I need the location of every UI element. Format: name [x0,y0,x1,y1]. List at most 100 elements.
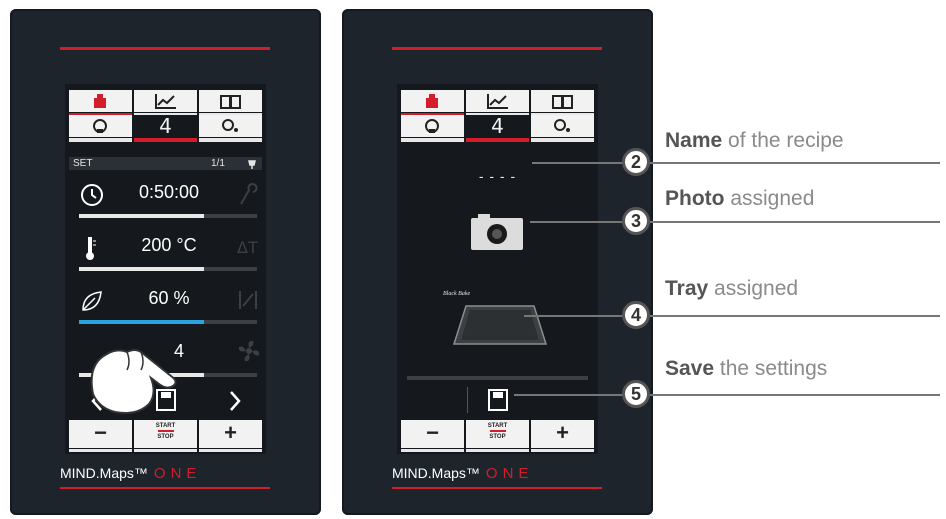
tray-caption: Black Bake [443,291,471,297]
minus-button[interactable]: − [401,420,464,452]
tab-steam[interactable] [531,115,594,142]
start-label: START [487,423,508,429]
button-underline [531,449,594,452]
temperature-slider[interactable] [79,267,257,271]
plus-label: + [556,420,569,445]
temperature-value: 200 °C [141,235,197,255]
callout-label-2: Name of the recipe [665,129,844,153]
control-buttons: − START STOP + [401,420,594,452]
graph-icon [155,94,176,109]
time-row[interactable]: 0:50:00 [69,176,262,226]
probe-needle-icon [240,183,258,205]
callout-marker-5: 5 [622,380,650,408]
callout-text-4: assigned [708,277,799,300]
tab-graph[interactable] [466,90,529,117]
brand-name: MIND.Maps™ [392,465,480,481]
probe-icon [425,119,439,133]
tab-book[interactable] [531,90,594,117]
callout-marker-4: 4 [622,301,650,329]
callout-text-3: assigned [724,187,815,210]
callout-line-5 [650,394,940,396]
chevron-right-icon[interactable] [227,390,243,412]
brand-edition: ONE [153,465,202,482]
tab-level[interactable]: 4 [134,114,197,142]
plus-label: + [224,420,237,445]
minus-button[interactable]: − [69,420,132,452]
callout-leader-4 [524,315,628,317]
stop-label: STOP [489,434,506,440]
accent-line-top [392,47,602,50]
minus-label: − [426,420,439,445]
start-stop-divider [158,430,174,432]
tab-chef[interactable] [69,90,132,117]
humidity-value: 60 % [148,288,190,308]
control-buttons: − START STOP + [69,420,262,452]
tab-chef[interactable] [401,90,464,117]
temperature-slider-fill [79,267,204,271]
svg-text:ΔT: ΔT [237,238,258,257]
callout-marker-3: 3 [622,207,650,235]
tab-indicator [401,138,464,142]
tab-steam[interactable] [199,115,262,142]
plus-button[interactable]: + [531,420,594,452]
tab-probe[interactable] [401,115,464,142]
chef-icon [426,94,438,108]
tab-level-digit: 4 [159,114,172,138]
page-indicator: 1/1 [211,158,225,169]
time-slider[interactable] [79,214,257,218]
minus-label: − [94,420,107,445]
callout-text-2: of the recipe [722,129,844,152]
callout-line-4 [650,315,940,317]
mode-tabs: 4 [401,90,594,142]
pin-icon [248,160,256,169]
tab-book[interactable] [199,90,262,117]
mode-tabs: 4 [69,90,262,142]
tab-indicator [531,138,594,142]
start-stop-button[interactable]: START STOP [466,420,529,452]
steam-icon [554,119,570,132]
callout-line-3 [650,221,940,223]
tab-level-digit: 4 [491,114,504,138]
tab-level[interactable]: 4 [466,114,529,142]
stop-label: STOP [157,434,174,440]
start-label: START [155,423,176,429]
callout-leader-3 [530,221,628,223]
save-icon[interactable] [487,388,509,412]
temperature-row[interactable]: 200 °C ΔT [69,229,262,279]
status-bar: SET 1/1 [69,157,262,170]
button-underline [69,449,132,452]
tray-icon[interactable] [452,304,548,348]
start-stop-divider [490,430,506,432]
brand-logo: MIND.Maps™ ONE [392,465,533,482]
vent-icon [239,291,257,309]
callout-marker-2: 2 [622,148,650,176]
callout-label-5: Save the settings [665,357,827,381]
thermometer-icon [86,237,96,260]
callout-line-2 [650,162,940,164]
button-underline [466,449,529,452]
accent-line-top [60,47,270,50]
recipe-name-field[interactable]: - - - - [397,168,598,184]
brand-name: MIND.Maps™ [60,465,148,481]
plus-button[interactable]: + [199,420,262,452]
graph-icon [487,94,508,109]
book-icon [552,95,573,109]
scroll-track[interactable] [407,376,588,380]
delta-t-icon: ΔT [237,238,258,257]
clock-icon [81,184,103,206]
start-stop-button[interactable]: START STOP [134,420,197,452]
brand-edition: ONE [485,465,534,482]
time-value: 0:50:00 [138,182,200,202]
tab-active-indicator [134,138,197,142]
callout-label-4: Tray assigned [665,277,798,301]
chef-icon [94,94,106,108]
accent-line-bottom [60,487,270,489]
oven-panel-left: 4 SET 1/1 0:50:00 200 °C ΔT 60 % 4 − STA… [10,9,321,515]
fan-icon [238,340,260,362]
tab-graph[interactable] [134,90,197,117]
callout-leader-5 [514,394,628,396]
callout-bold-4: Tray [665,277,709,300]
tab-probe[interactable] [69,115,132,142]
camera-icon[interactable] [470,213,524,251]
time-slider-fill [79,214,204,218]
